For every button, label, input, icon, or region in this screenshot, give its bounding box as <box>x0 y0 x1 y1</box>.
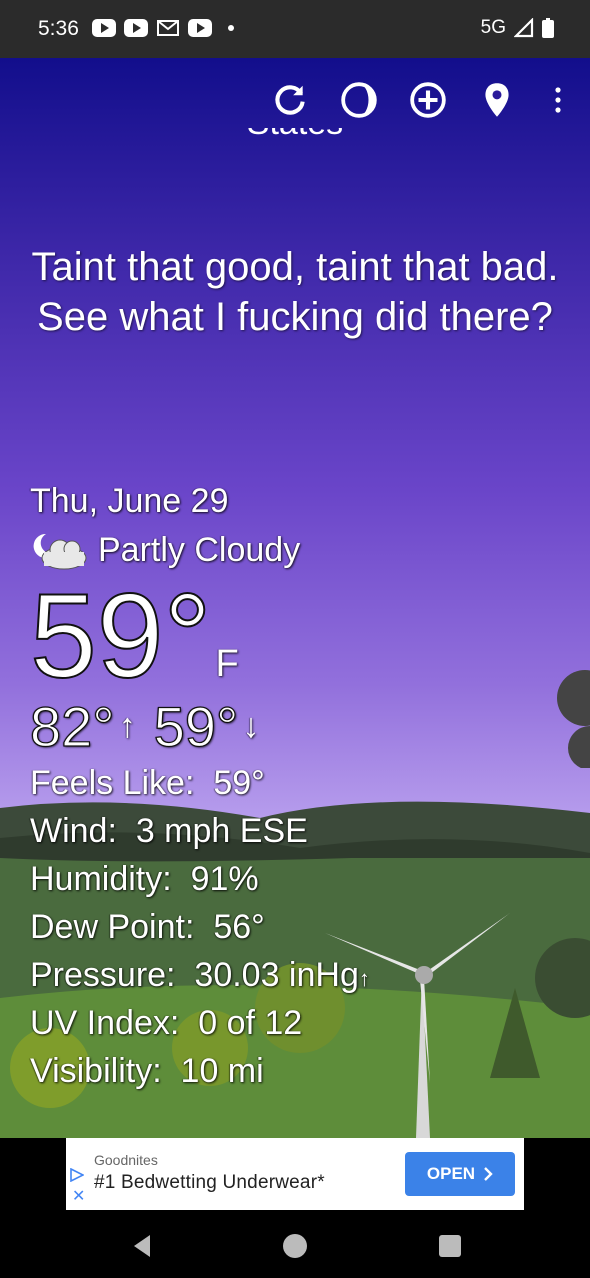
wind-turbine <box>325 913 510 1138</box>
youtube-icon <box>92 19 116 37</box>
location-pin-icon <box>485 83 509 117</box>
recents-icon[interactable] <box>436 1232 464 1260</box>
ad-open-button[interactable]: OPEN <box>405 1152 515 1196</box>
youtube-icon <box>124 19 148 37</box>
adchoices-icon[interactable] <box>70 1168 84 1182</box>
toolbar <box>0 80 590 120</box>
battery-icon <box>542 18 554 38</box>
high-low-row: 82° ↑ 59° ↓ <box>29 694 260 759</box>
location-button[interactable] <box>477 80 517 120</box>
add-location-button[interactable] <box>408 80 448 120</box>
detail-feels-like: Feels Like: 59° <box>30 764 265 802</box>
ad-open-label: OPEN <box>426 1164 476 1183</box>
forecast-date: Thu, June 29 <box>30 482 229 520</box>
condition-text: Partly Cloudy <box>98 530 301 569</box>
temperature-unit: F <box>215 643 239 685</box>
refresh-icon <box>275 85 305 115</box>
ad-container: ✕ Goodnites #1 Bedwetting Underwear* OPE… <box>0 1138 590 1214</box>
arrow-up-icon: ↑ <box>118 707 136 745</box>
pressure-rising-icon: ↑ <box>358 966 370 991</box>
current-temperature: 59° <box>29 569 212 703</box>
status-time: 5:36 <box>38 17 79 40</box>
more-notifications-icon <box>228 25 234 31</box>
status-bar: 5:36 5G <box>0 0 590 58</box>
add-location-icon <box>410 82 446 118</box>
low-temperature: 59° <box>153 694 239 758</box>
moon-phase-icon <box>341 82 377 118</box>
ad-title: #1 Bedwetting Underwear* <box>94 1172 325 1193</box>
ad-brand: Goodnites <box>94 1152 158 1168</box>
chevron-right-icon <box>484 1167 493 1181</box>
weather-scene: States Taint that good, taint that bad. … <box>0 58 590 1138</box>
detail-wind: Wind: 3 mph ESE <box>30 812 308 850</box>
cloud-edge <box>557 670 590 768</box>
partly-cloudy-night-icon <box>33 533 87 570</box>
condition-row: Partly Cloudy <box>30 530 300 570</box>
gmail-icon <box>157 20 179 36</box>
scrolled-header-text: States <box>0 128 590 142</box>
arrow-down-icon: ↓ <box>242 707 260 745</box>
youtube-icon <box>188 19 212 37</box>
weather-quote: Taint that good, taint that bad. See wha… <box>31 245 559 339</box>
home-icon[interactable] <box>281 1232 309 1260</box>
high-temperature: 82° <box>29 694 115 758</box>
detail-dew-point: Dew Point: 56° <box>30 908 265 946</box>
network-type: 5G <box>480 17 506 38</box>
ad-banner[interactable]: ✕ Goodnites #1 Bedwetting Underwear* OPE… <box>66 1138 524 1210</box>
navigation-bar <box>0 1214 590 1278</box>
more-vert-icon <box>555 87 561 113</box>
detail-uv-index: UV Index: 0 of 12 <box>30 1004 303 1042</box>
ad-close-icon[interactable]: ✕ <box>72 1186 85 1206</box>
system-status: 5G <box>481 17 554 39</box>
signal-icon <box>514 18 534 38</box>
temperature-row: 59° F <box>29 569 239 703</box>
detail-humidity: Humidity: 91% <box>30 860 259 898</box>
detail-pressure: Pressure: 30.03 inHg↑ <box>30 956 370 994</box>
more-options-button[interactable] <box>538 80 578 120</box>
refresh-button[interactable] <box>270 80 310 120</box>
moon-phase-button[interactable] <box>339 80 379 120</box>
detail-visibility: Visibility: 10 mi <box>30 1052 264 1090</box>
back-icon[interactable] <box>128 1232 156 1260</box>
notification-icons <box>92 19 234 37</box>
